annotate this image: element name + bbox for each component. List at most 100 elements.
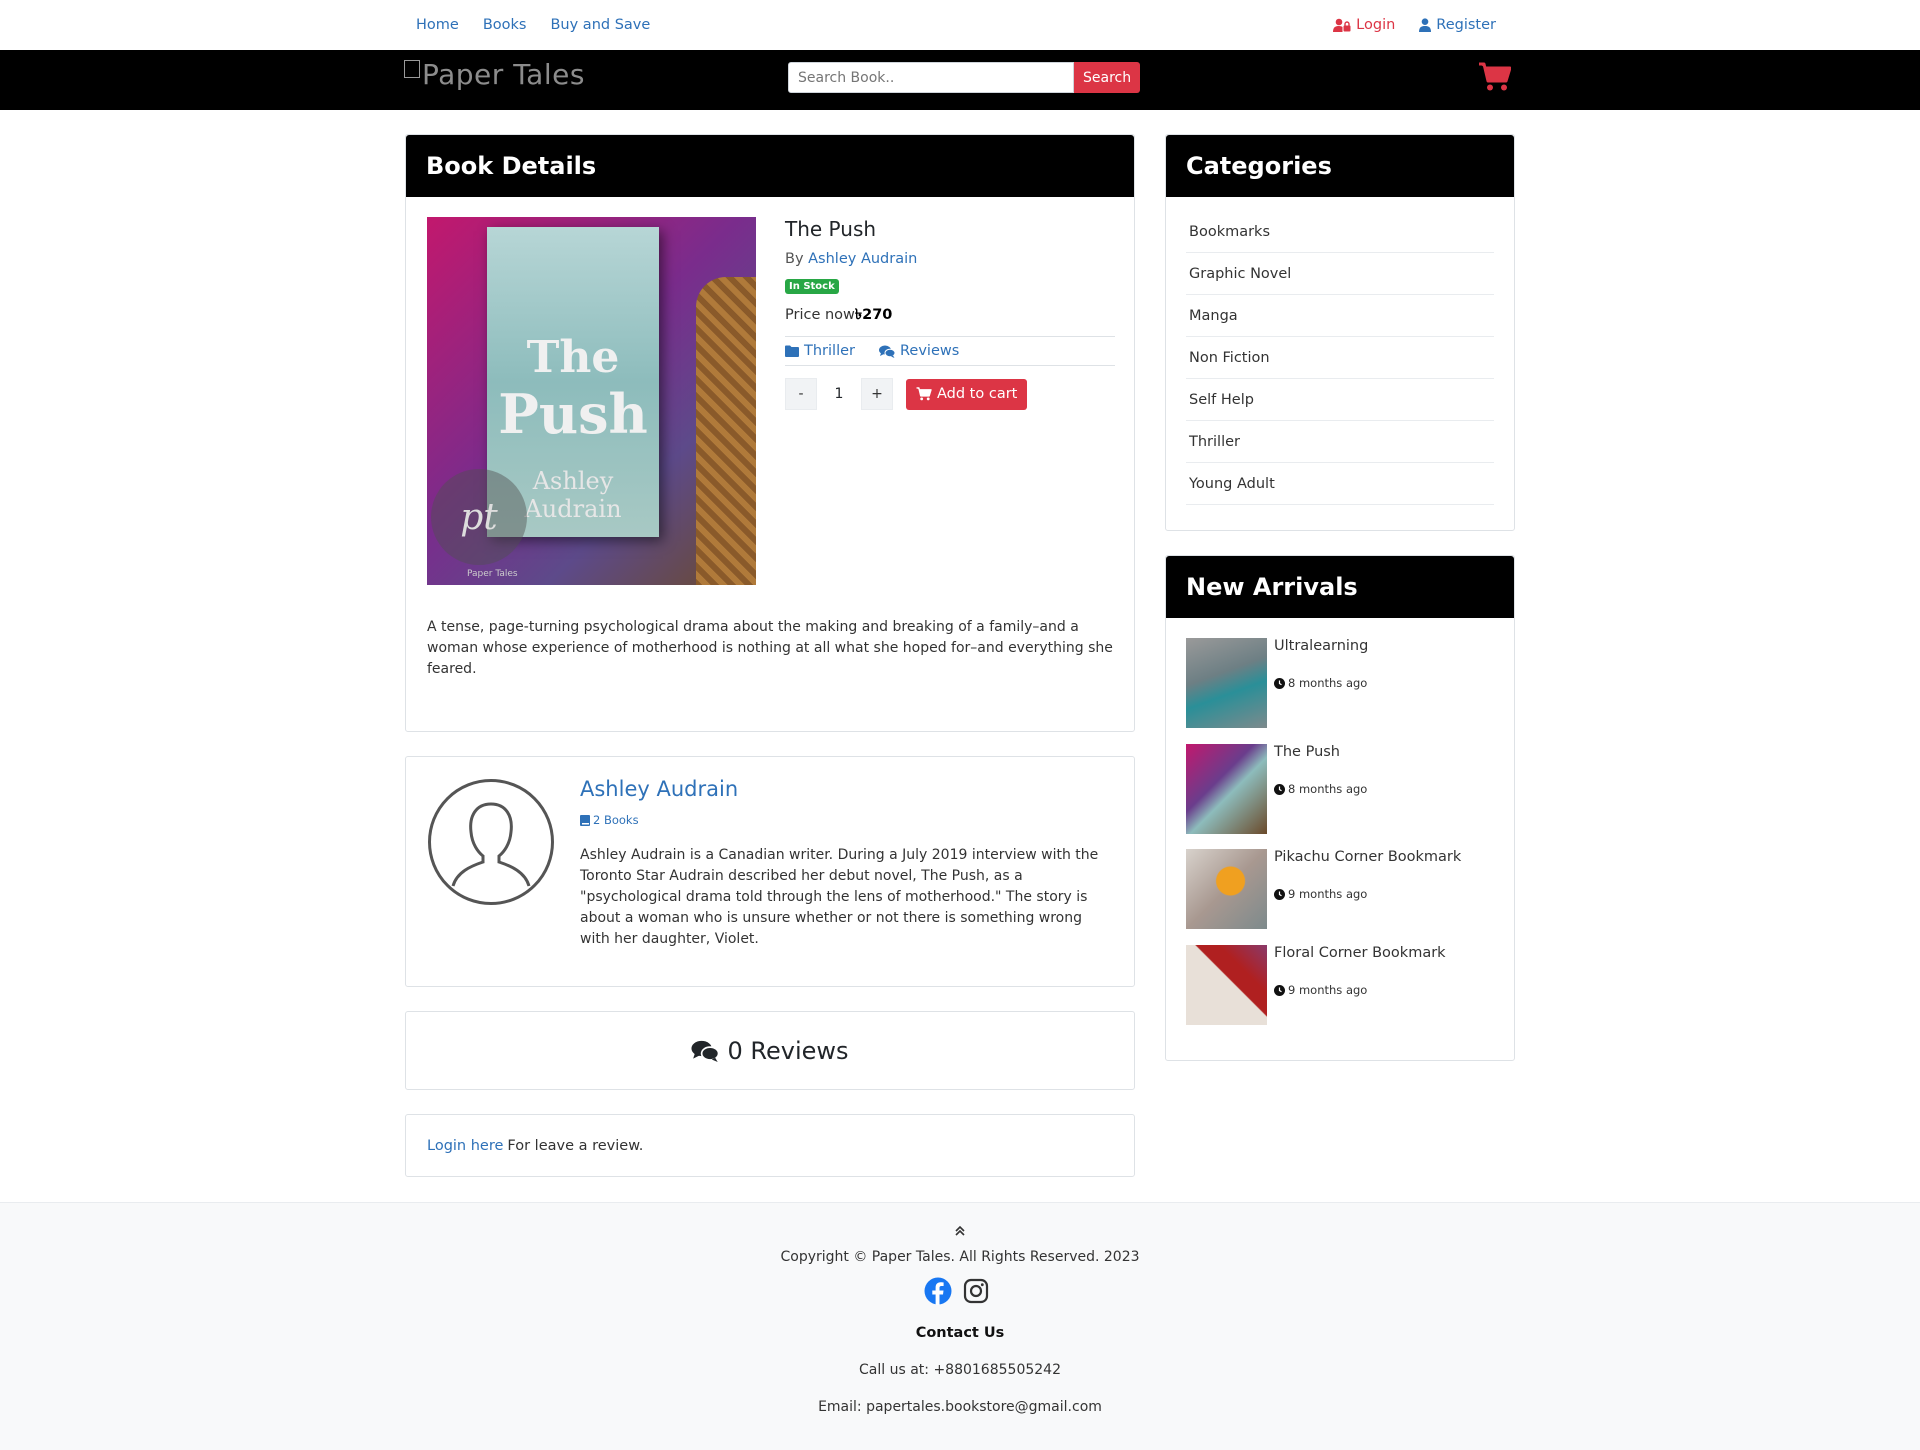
category-item-bookmarks[interactable]: Bookmarks	[1186, 211, 1494, 253]
add-to-cart-label: Add to cart	[937, 386, 1018, 402]
arrival-thumbnail[interactable]	[1186, 638, 1267, 728]
review-login-card: Login here For leave a review.	[405, 1114, 1135, 1177]
user-icon	[1419, 18, 1432, 32]
shopping-cart-icon	[1479, 62, 1512, 91]
category-item-self-help[interactable]: Self Help	[1186, 379, 1494, 421]
comments-icon	[691, 1040, 720, 1062]
book-author-link[interactable]: Ashley Audrain	[808, 251, 917, 267]
stock-badge: In Stock	[785, 279, 839, 294]
instagram-link[interactable]	[962, 1277, 990, 1309]
folder-icon	[785, 345, 799, 357]
book-description: A tense, page-turning psychological dram…	[427, 619, 1113, 677]
new-arrivals-card: New Arrivals Ultralearning 8 months ago …	[1165, 555, 1515, 1061]
arrival-thumbnail[interactable]	[1186, 849, 1267, 929]
review-login-text: For leave a review.	[507, 1137, 644, 1154]
login-link[interactable]: Login	[1321, 17, 1407, 33]
copyright-text: Copyright © Paper Tales. All Rights Rese…	[780, 1249, 1140, 1265]
categories-card: Categories Bookmarks Graphic Novel Manga…	[1165, 134, 1515, 531]
book-cover-image: The Push Ashley Audrain pt Paper Tales	[427, 217, 756, 585]
arrival-time: 9 months ago	[1274, 887, 1367, 901]
add-to-cart-button[interactable]: Add to cart	[906, 378, 1028, 410]
contact-phone: Call us at: +8801685505242	[859, 1362, 1061, 1378]
author-avatar	[428, 779, 554, 905]
category-item-manga[interactable]: Manga	[1186, 295, 1494, 337]
nav-home-link[interactable]: Home	[404, 17, 471, 33]
arrival-title[interactable]: The Push	[1274, 744, 1340, 760]
author-name-link[interactable]: Ashley Audrain	[580, 777, 738, 801]
author-card: Ashley Audrain 2 Books Ashley Audrain is…	[405, 756, 1135, 987]
back-to-top-button[interactable]	[950, 1223, 970, 1239]
search-input[interactable]	[788, 62, 1074, 93]
category-item-graphic-novel[interactable]: Graphic Novel	[1186, 253, 1494, 295]
category-item-thriller[interactable]: Thriller	[1186, 421, 1494, 463]
arrival-time: 8 months ago	[1274, 782, 1367, 796]
clock-icon	[1274, 783, 1285, 795]
author-books-link[interactable]: 2 Books	[580, 813, 639, 827]
clock-icon	[1274, 888, 1285, 900]
broken-image-icon	[404, 59, 420, 78]
header-bar: Paper Tales Search	[0, 50, 1920, 110]
user-silhouette-icon	[451, 802, 531, 887]
footer: Copyright © Paper Tales. All Rights Rese…	[0, 1202, 1920, 1450]
author-books-count: 2 Books	[593, 813, 639, 827]
quantity-increase-button[interactable]: +	[861, 378, 893, 410]
category-item-young-adult[interactable]: Young Adult	[1186, 463, 1494, 505]
arrival-thumbnail[interactable]	[1186, 744, 1267, 834]
logo-text: Paper Tales	[422, 58, 585, 91]
arrival-time: 9 months ago	[1274, 983, 1367, 997]
price-label: Price now	[785, 307, 855, 323]
arrival-title[interactable]: Floral Corner Bookmark	[1274, 945, 1446, 961]
by-label: By	[785, 251, 804, 267]
book-icon	[580, 814, 590, 826]
arrival-time-text: 8 months ago	[1288, 782, 1368, 796]
clock-icon	[1274, 984, 1285, 996]
reviews-label: Reviews	[899, 343, 960, 359]
contact-heading: Contact Us	[915, 1325, 1005, 1341]
cover-title-line2: Push	[498, 382, 648, 446]
quantity-decrease-button[interactable]: -	[785, 378, 817, 410]
arrival-thumbnail[interactable]	[1186, 945, 1267, 1025]
price-value: ৳270	[854, 307, 893, 323]
category-item-non-fiction[interactable]: Non Fiction	[1186, 337, 1494, 379]
search-form: Search	[788, 62, 1141, 93]
cart-button[interactable]	[1479, 62, 1512, 92]
login-label: Login	[1356, 17, 1396, 33]
top-navbar: Home Books Buy and Save Login Register	[0, 0, 1920, 50]
watermark-seal: pt	[431, 469, 527, 565]
quantity-row: - 1 + Add to cart	[785, 378, 1115, 410]
clock-icon	[1274, 677, 1285, 689]
contact-email: Email: papertales.bookstore@gmail.com	[818, 1399, 1102, 1415]
new-arrivals-heading: New Arrivals	[1166, 556, 1514, 618]
arrival-time-text: 9 months ago	[1288, 983, 1368, 997]
login-here-link[interactable]: Login here	[427, 1138, 503, 1154]
book-meta-links: Thriller Reviews	[785, 337, 1115, 366]
shopping-cart-icon	[916, 387, 932, 401]
book-details-heading: Book Details	[406, 135, 1134, 197]
nav-buy-and-save-link[interactable]: Buy and Save	[538, 17, 662, 33]
author-bio: Ashley Audrain is a Canadian writer. Dur…	[580, 847, 1099, 947]
book-info: The Push By Ashley Audrain In Stock Pric…	[785, 217, 1115, 410]
reviews-link[interactable]: Reviews	[878, 343, 960, 359]
arrival-title[interactable]: Pikachu Corner Bookmark	[1274, 849, 1461, 865]
nav-books-link[interactable]: Books	[471, 17, 539, 33]
category-label: Thriller	[804, 343, 855, 359]
register-link[interactable]: Register	[1407, 17, 1508, 33]
categories-heading: Categories	[1166, 135, 1514, 197]
search-button[interactable]: Search	[1074, 62, 1141, 93]
book-details-card: Book Details The Push Ashley Audrain pt …	[405, 134, 1135, 732]
site-logo[interactable]: Paper Tales	[404, 58, 585, 91]
chevron-up-icon	[955, 1225, 965, 1236]
quantity-input[interactable]: 1	[817, 378, 861, 410]
account-nav: Login Register	[1321, 0, 1508, 50]
main-nav: Home Books Buy and Save	[404, 0, 662, 50]
book-title: The Push	[785, 217, 877, 241]
instagram-icon	[963, 1278, 989, 1304]
comments-icon	[878, 345, 895, 358]
arrival-title[interactable]: Ultralearning	[1274, 638, 1368, 654]
facebook-link[interactable]	[924, 1277, 952, 1309]
category-link[interactable]: Thriller	[785, 343, 855, 359]
cover-title-line1: The	[526, 332, 620, 383]
book-author-line: By Ashley Audrain	[785, 251, 1115, 267]
price-line: Price now৳270	[785, 304, 1115, 337]
user-lock-icon	[1333, 18, 1351, 32]
